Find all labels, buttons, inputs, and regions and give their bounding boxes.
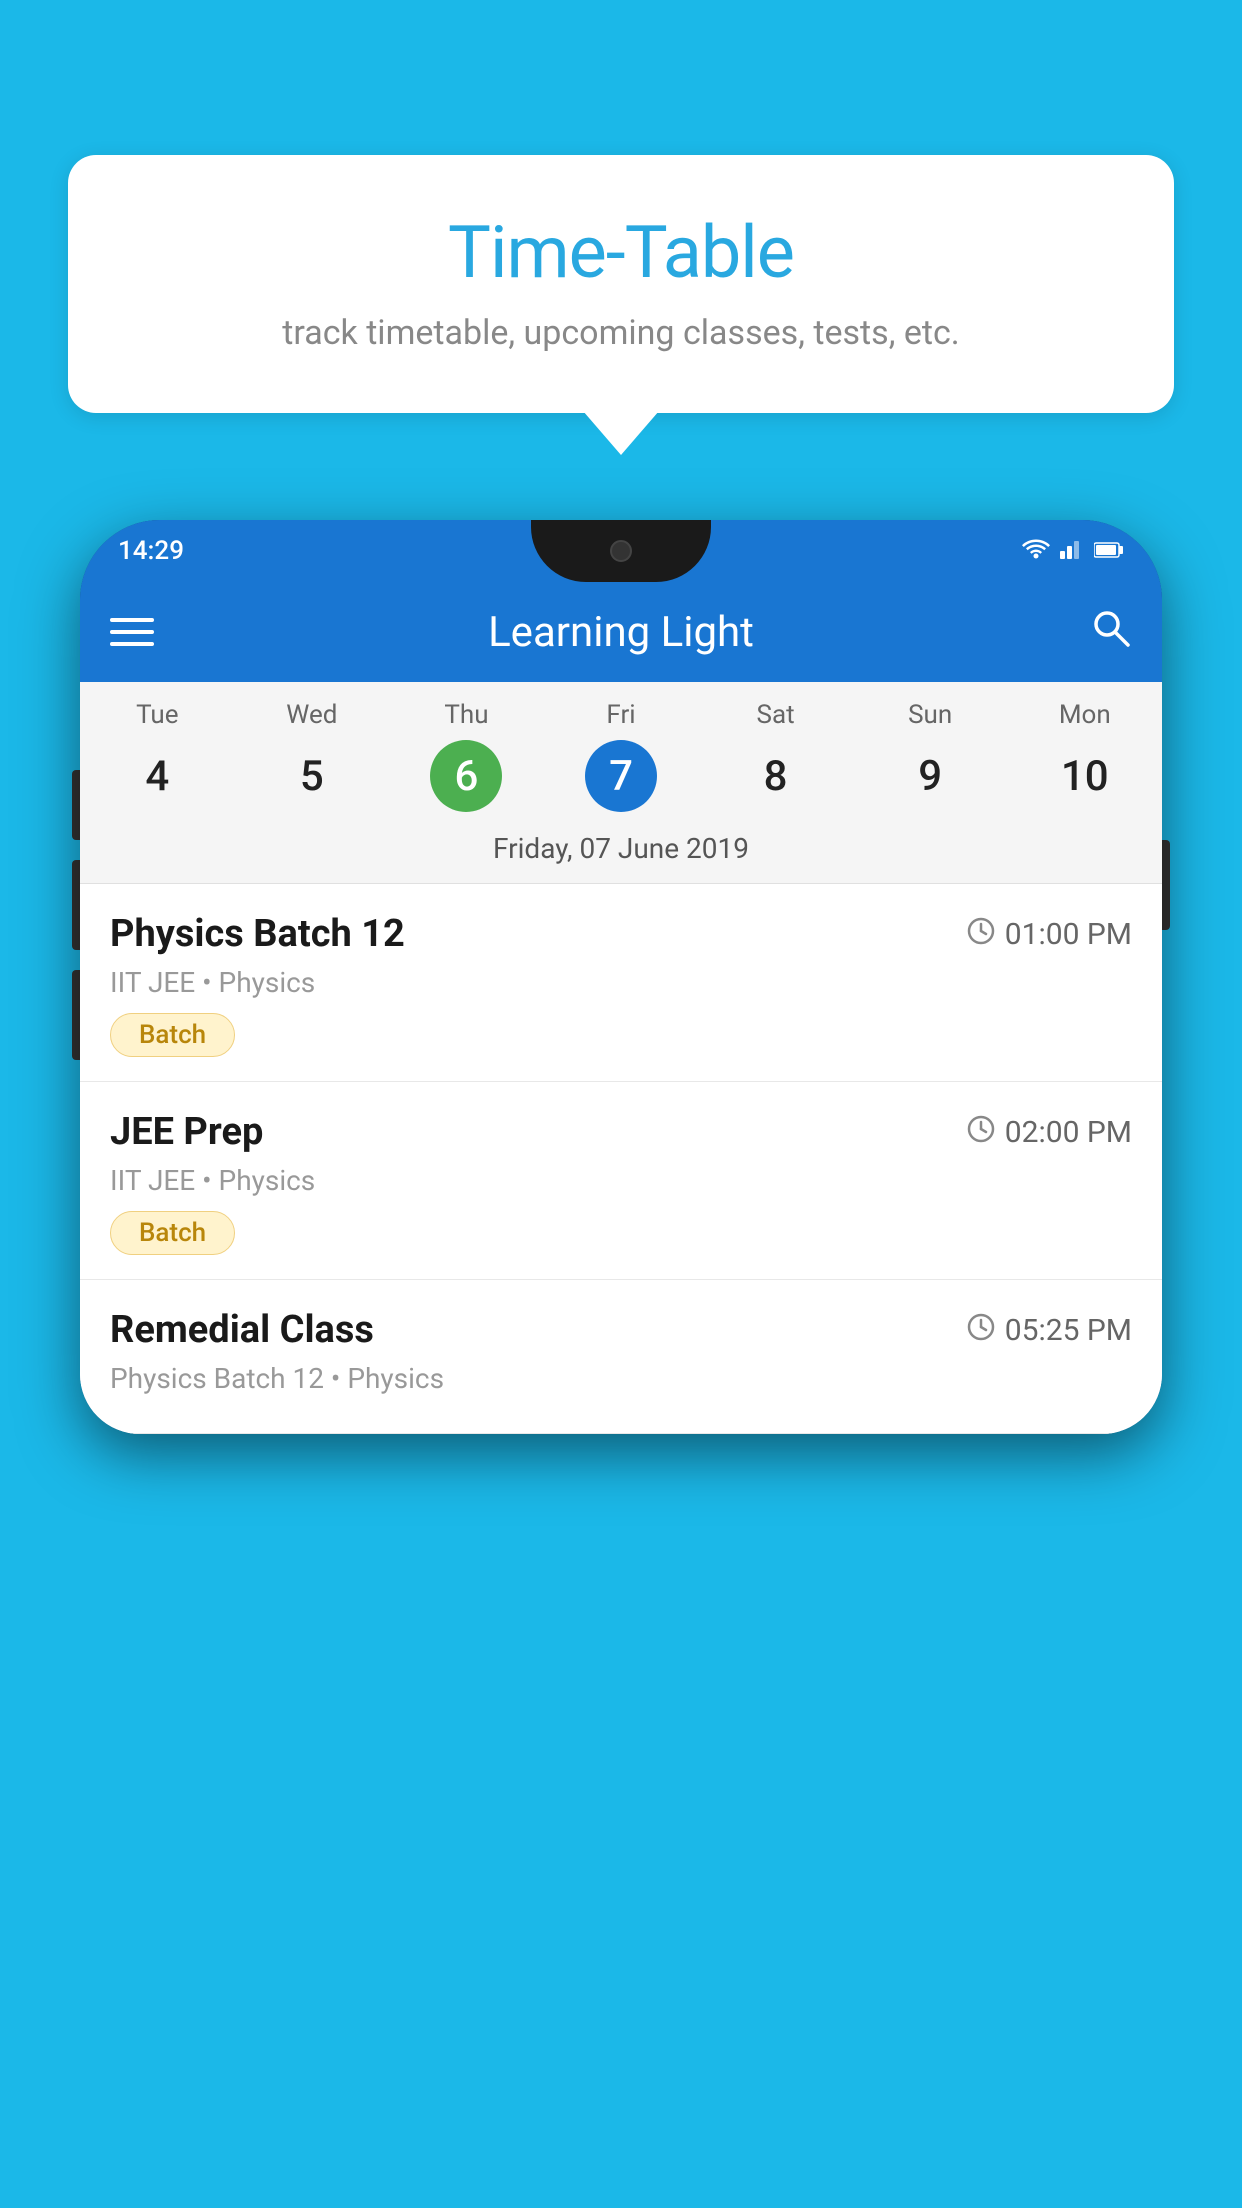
app-title: Time-Table: [118, 210, 1124, 295]
silent-button[interactable]: [72, 970, 80, 1060]
camera: [610, 540, 632, 562]
schedule-title-physics-batch: Physics Batch 12: [110, 912, 405, 956]
notch: [531, 520, 711, 582]
volume-down-button[interactable]: [72, 860, 80, 950]
schedule-subtitle-remedial: Physics Batch 12 • Physics: [110, 1362, 1132, 1395]
calendar-days-row: Tue 4 Wed 5 Thu 6 Fri 7: [80, 682, 1162, 818]
speech-bubble: Time-Table track timetable, upcoming cla…: [68, 155, 1174, 413]
status-bar: 14:29: [80, 520, 1162, 582]
menu-line: [110, 642, 154, 646]
calendar-day-wed[interactable]: Wed 5: [235, 700, 390, 812]
search-icon[interactable]: [1072, 605, 1132, 659]
app-bar: Learning Light: [80, 582, 1162, 682]
schedule-title-remedial: Remedial Class: [110, 1308, 374, 1352]
schedule-item-header-jee: JEE Prep 02:00 PM: [110, 1110, 1132, 1154]
phone-frame: 14:29: [80, 520, 1162, 1434]
schedule-time-remedial: 05:25 PM: [967, 1313, 1132, 1348]
calendar-day-thu[interactable]: Thu 6: [389, 700, 544, 812]
batch-tag-1: Batch: [110, 1013, 235, 1057]
batch-tag-2: Batch: [110, 1211, 235, 1255]
app-subtitle: track timetable, upcoming classes, tests…: [118, 313, 1124, 353]
schedule-container: Physics Batch 12 01:00 PM: [80, 884, 1162, 1434]
phone-mockup: 14:29: [80, 520, 1162, 2208]
phone-screen: 14:29: [80, 520, 1162, 1434]
calendar-day-sun[interactable]: Sun 9: [853, 700, 1008, 812]
status-icons: [1022, 537, 1124, 565]
menu-line: [110, 630, 154, 634]
wifi-icon: [1022, 537, 1050, 565]
signal-icon: [1060, 537, 1084, 565]
clock-icon-3: [967, 1313, 995, 1348]
calendar-day-mon[interactable]: Mon 10: [1007, 700, 1162, 812]
schedule-subtitle-physics-batch: IIT JEE • Physics: [110, 966, 1132, 999]
schedule-time-physics-batch: 01:00 PM: [967, 917, 1132, 952]
volume-up-button[interactable]: [72, 770, 80, 840]
schedule-title-jee-prep: JEE Prep: [110, 1110, 263, 1154]
schedule-item-header: Physics Batch 12 01:00 PM: [110, 912, 1132, 956]
schedule-item-header-remedial: Remedial Class 05:25 PM: [110, 1308, 1132, 1352]
calendar-day-tue[interactable]: Tue 4: [80, 700, 235, 812]
menu-icon[interactable]: [110, 618, 170, 646]
clock-icon: [967, 917, 995, 952]
schedule-subtitle-jee-prep: IIT JEE • Physics: [110, 1164, 1132, 1197]
schedule-time-jee-prep: 02:00 PM: [967, 1115, 1132, 1150]
calendar-day-fri[interactable]: Fri 7: [544, 700, 699, 812]
menu-line: [110, 618, 154, 622]
calendar-day-sat[interactable]: Sat 8: [698, 700, 853, 812]
app-bar-title: Learning Light: [170, 608, 1072, 657]
status-time: 14:29: [118, 536, 184, 566]
selected-date-label: Friday, 07 June 2019: [80, 818, 1162, 884]
calendar-section: Tue 4 Wed 5 Thu 6 Fri 7: [80, 682, 1162, 884]
schedule-item-jee-prep[interactable]: JEE Prep 02:00 PM: [80, 1082, 1162, 1280]
schedule-item-remedial[interactable]: Remedial Class 05:25 PM: [80, 1280, 1162, 1434]
clock-icon-2: [967, 1115, 995, 1150]
schedule-item-physics-batch[interactable]: Physics Batch 12 01:00 PM: [80, 884, 1162, 1082]
power-button[interactable]: [1162, 840, 1170, 930]
battery-icon: [1094, 537, 1124, 565]
